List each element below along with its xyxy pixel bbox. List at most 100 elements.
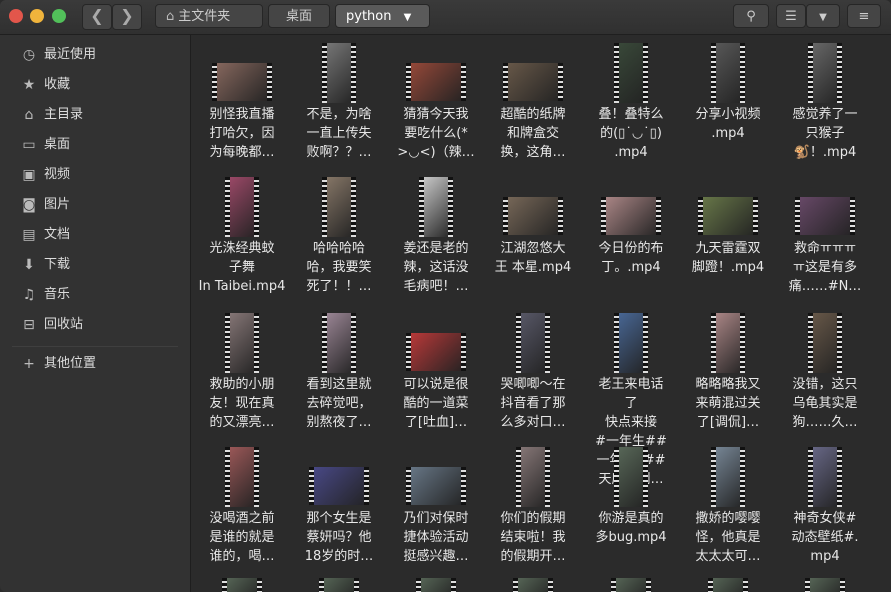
sidebar-item-trash[interactable]: ⊟ 回收站 [0, 310, 190, 340]
file-item[interactable]: 别怪我直播 打哈欠，因 为每晚都… [195, 41, 289, 169]
view-list-button[interactable]: ☰ [776, 4, 806, 28]
file-name-line: 么多对口… [500, 415, 566, 430]
search-button[interactable]: ⚲ [733, 4, 769, 28]
file-name-line: In Taibei.mp4 [198, 279, 286, 294]
video-thumbnail [225, 447, 259, 507]
file-item[interactable]: 江湖忽悠大王 本星.mp4 [486, 175, 580, 303]
file-name-line: 哈哈哈哈 [312, 241, 365, 256]
file-name-line: 没喝酒之前 [209, 511, 275, 526]
file-item[interactable]: 看到这里就 去碎觉吧， 别熬夜了… [292, 311, 386, 439]
file-name: 撒娇的嘤嘤 怪，他真是 太太太可… [681, 509, 775, 566]
file-name-line: >◡<)（辣… [397, 145, 475, 160]
file-item[interactable]: 哈哈哈哈 哈，我要笑 死了！！… [292, 175, 386, 303]
file-name-line: 快点来接 [604, 415, 657, 430]
file-item[interactable]: 光洙经典蚊 子舞 In Taibei.mp4 [195, 175, 289, 303]
search-icon: ⚲ [746, 9, 756, 24]
file-name-line: 动态壁纸#. [791, 530, 859, 545]
file-name: 不是，为啥 一直上传失 败啊？？… [292, 105, 386, 162]
view-options-button[interactable]: ▼ [806, 4, 840, 28]
file-item[interactable]: 九天雷霆双 脚蹬！.mp4 [681, 175, 775, 303]
sidebar-item-recent[interactable]: ◷ 最近使用 [0, 40, 190, 70]
video-thumbnail [319, 578, 359, 592]
video-thumbnail [614, 43, 648, 103]
file-name-line: 是谁的就是 [209, 530, 275, 545]
file-name: 猜猜今天我 要吃什么(* >◡<)（辣… [389, 105, 483, 162]
close-window-button[interactable] [9, 9, 23, 23]
back-button[interactable]: ❮ [82, 4, 112, 30]
trash-icon: ⊟ [23, 317, 35, 333]
file-name-line: 姜还是老的 [403, 241, 469, 256]
file-item[interactable]: 那个女生是 蔡妍吗？他 18岁的时… [292, 445, 386, 573]
file-item[interactable]: 略略略我又 来萌混过关 了[调侃]… [681, 311, 775, 439]
file-item[interactable]: 你游是真的 多bug.mp4 [584, 445, 678, 573]
clock-icon: ◷ [22, 47, 36, 63]
sidebar-item-pictures[interactable]: ◙ 图片 [0, 190, 190, 220]
menu-button[interactable]: ≡ [847, 4, 881, 28]
file-item[interactable]: 没错，这只 乌龟其实是 狗……久… [778, 311, 872, 439]
file-item[interactable]: 叠！叠特么 的(▯˙◡˙▯) .mp4 [584, 41, 678, 169]
home-icon: ⌂ [24, 107, 34, 123]
file-name: 今日份的布 丁。.mp4 [584, 239, 678, 277]
video-thumbnail [406, 467, 466, 505]
file-item[interactable]: 救助的小朋 友！现在真 的又漂亮… [195, 311, 289, 439]
video-thumbnail [225, 177, 259, 237]
file-name-line: 感觉养了一 [792, 107, 858, 122]
video-thumbnail [322, 313, 356, 373]
file-item[interactable]: 没喝酒之前是谁的就是谁的，喝… [195, 445, 289, 573]
file-item[interactable]: 分享小视频 .mp4 [681, 41, 775, 169]
video-icon: ▣ [22, 167, 36, 183]
file-item[interactable]: 超酷的纸牌 和牌盒交 换，这角… [486, 41, 580, 169]
file-name-line: 谁的，喝… [209, 549, 275, 564]
maximize-window-button[interactable] [52, 9, 66, 23]
sidebar-item-documents[interactable]: ▤ 文档 [0, 220, 190, 250]
file-item[interactable]: 感觉养了一 只猴子 🐒！.mp4 [778, 41, 872, 169]
file-name-line: 捷体验活动 [403, 530, 469, 545]
file-name-line: 你游是真的 [598, 511, 664, 526]
file-item[interactable]: 猜猜今天我 要吃什么(* >◡<)（辣… [389, 41, 483, 169]
file-name: 你们的假期 结束啦！我 的假期开… [486, 509, 580, 566]
video-thumbnail [225, 313, 259, 373]
video-thumbnail [309, 467, 369, 505]
file-name-line: 老王来电话 [598, 377, 664, 392]
file-name-line: 蔡妍吗？他 [306, 530, 372, 545]
sidebar-item-desktop[interactable]: ▭ 桌面 [0, 130, 190, 160]
breadcrumb-home[interactable]: ⌂ 主文件夹 [155, 4, 263, 28]
file-item[interactable]: 神奇女侠# 动态壁纸#. mp4 [778, 445, 872, 573]
file-item[interactable]: 乃们对保时 捷体验活动 挺感兴趣… [389, 445, 483, 573]
forward-button[interactable]: ❯ [112, 4, 142, 30]
file-name-line: 光洙经典蚊 [209, 241, 275, 256]
video-thumbnail [808, 43, 842, 103]
file-item[interactable]: 哭唧唧～在 抖音看了那 么多对口… [486, 311, 580, 439]
file-name: 江湖忽悠大王 本星.mp4 [486, 239, 580, 277]
file-item[interactable]: 不是，为啥 一直上传失 败啊？？… [292, 41, 386, 169]
sidebar-item-other-locations[interactable]: + 其他位置 [0, 349, 190, 379]
sidebar-item-music[interactable]: ♫ 音乐 [0, 280, 190, 310]
minimize-window-button[interactable] [30, 9, 44, 23]
sidebar-item-videos[interactable]: ▣ 视频 [0, 160, 190, 190]
file-name: 没错，这只 乌龟其实是 狗……久… [778, 375, 872, 432]
file-name-line: 挺感兴趣… [403, 549, 469, 564]
file-item[interactable]: 救命ㅠㅠㅠ ㅠ这是有多 痛……#N… [778, 175, 872, 303]
video-thumbnail [708, 578, 748, 592]
download-icon: ⬇ [23, 257, 35, 273]
file-name: 你游是真的 多bug.mp4 [584, 509, 678, 547]
breadcrumb-python[interactable]: python ▼ [335, 4, 430, 28]
file-item[interactable]: 撒娇的嘤嘤 怪，他真是 太太太可… [681, 445, 775, 573]
file-name-line: 救命ㅠㅠㅠ [794, 241, 856, 256]
file-item[interactable]: 你们的假期 结束啦！我 的假期开… [486, 445, 580, 573]
file-item[interactable]: 可以说是很 酷的一道菜 了[吐血]… [389, 311, 483, 439]
file-name: 超酷的纸牌 和牌盒交 换，这角… [486, 105, 580, 162]
file-name-line: 救助的小朋 [209, 377, 275, 392]
file-name-line: 死了！！… [306, 279, 372, 294]
sidebar-item-starred[interactable]: ★ 收藏 [0, 70, 190, 100]
breadcrumb-desktop[interactable]: 桌面 [268, 4, 330, 28]
sidebar-item-home[interactable]: ⌂ 主目录 [0, 100, 190, 130]
chevron-right-icon: ❯ [120, 6, 134, 25]
sidebar-item-downloads[interactable]: ⬇ 下载 [0, 250, 190, 280]
file-name-line: 看到这里就 [306, 377, 372, 392]
file-item[interactable]: 今日份的布 丁。.mp4 [584, 175, 678, 303]
file-name: 神奇女侠# 动态壁纸#. mp4 [778, 509, 872, 566]
file-item[interactable]: 老王来电话了快点来接#一年生##一年生5##天府泰剧… [584, 311, 678, 487]
file-name-line: 不是，为啥 [306, 107, 372, 122]
file-item[interactable]: 姜还是老的 辣，这话没 毛病吧！… [389, 175, 483, 303]
